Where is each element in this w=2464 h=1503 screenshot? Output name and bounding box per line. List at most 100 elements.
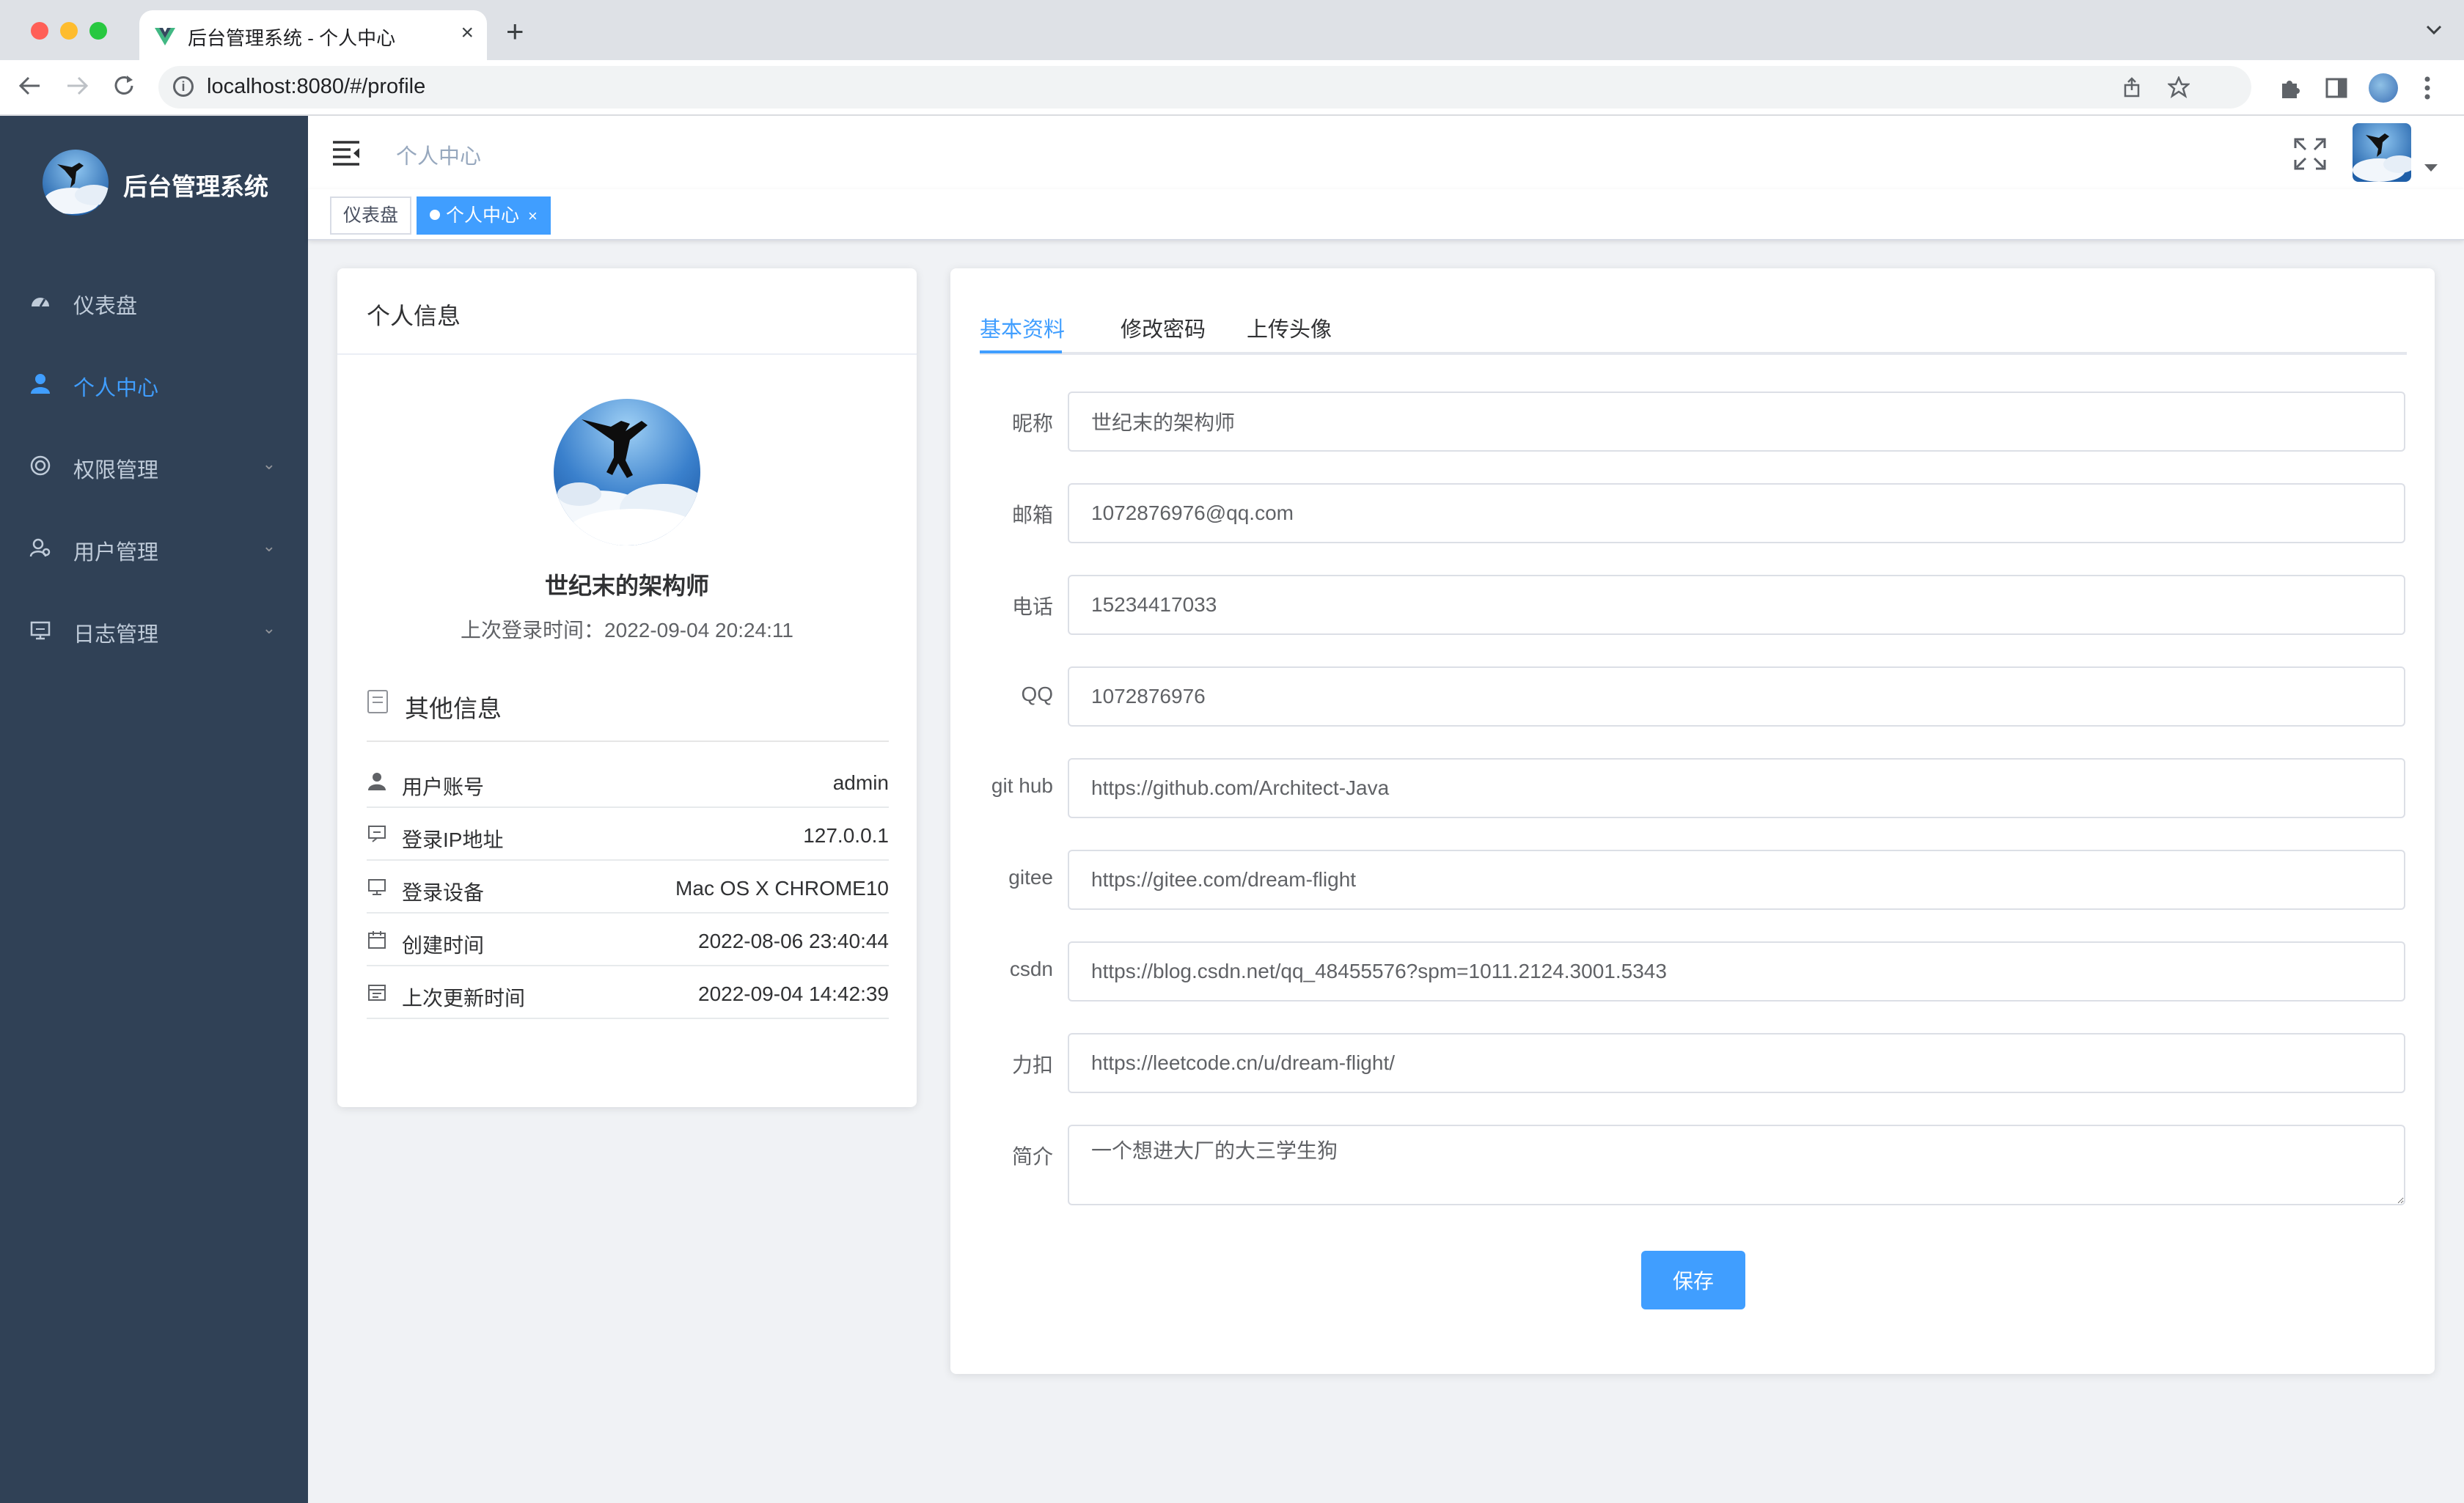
info-row: 创建时间 2022-08-06 23:40:44 — [367, 914, 889, 966]
email-input[interactable] — [1068, 483, 2405, 543]
tab-close-icon[interactable]: × — [461, 21, 474, 45]
chevron-down-icon: ⌄ — [262, 619, 276, 637]
gitee-input[interactable] — [1068, 850, 2405, 910]
field-label: 简介 — [1011, 1145, 1053, 1168]
side-panel-icon[interactable] — [2325, 76, 2348, 100]
user-icon — [31, 374, 50, 394]
browser-menu-icon[interactable] — [2421, 75, 2433, 101]
extensions-puzzle-icon[interactable] — [2278, 76, 2301, 100]
navbar: 个人中心 — [308, 116, 2464, 189]
info-label: 登录设备 — [402, 881, 485, 904]
last-login-value: 2022-09-04 20:24:11 — [604, 619, 793, 642]
main-area: 个人中心 仪表盘 个人中心 × 个人信息 世纪末的架构师 上次登录时间：2022… — [308, 116, 2464, 1503]
sidebar-item-label: 日志管理 — [73, 623, 159, 647]
log-icon — [30, 621, 51, 640]
chevron-down-icon: ⌄ — [262, 455, 276, 473]
phone-input[interactable] — [1068, 575, 2405, 635]
users-icon — [29, 538, 51, 557]
close-icon[interactable]: × — [528, 207, 538, 225]
active-dot-icon — [430, 210, 440, 221]
last-login-text: 上次登录时间：2022-09-04 20:24:11 — [337, 614, 917, 644]
site-info-icon[interactable]: i — [173, 76, 194, 97]
info-row: 登录IP地址 127.0.0.1 — [367, 808, 889, 861]
sidebar-item-label: 权限管理 — [73, 459, 159, 482]
back-arrow-icon[interactable] — [18, 73, 43, 98]
ip-icon — [368, 826, 386, 842]
browser-tab-bar: 后台管理系统 - 个人中心 × + — [0, 0, 2464, 62]
update-icon — [368, 985, 386, 1001]
field-label: 力扣 — [1011, 1054, 1053, 1076]
monitor-icon — [368, 879, 386, 895]
bio-textarea[interactable]: 一个想进大厂的大三学生狗 — [1068, 1125, 2405, 1205]
maximize-window-button[interactable] — [89, 22, 107, 40]
nickname-input[interactable] — [1068, 392, 2405, 452]
bookmark-star-icon[interactable] — [2168, 76, 2190, 98]
info-value: admin — [832, 771, 889, 794]
tag-label: 仪表盘 — [343, 205, 399, 226]
browser-tab[interactable]: 后台管理系统 - 个人中心 × — [139, 10, 487, 62]
field-label: 昵称 — [1011, 412, 1053, 435]
last-login-label: 上次登录时间： — [461, 619, 605, 642]
calendar-icon — [368, 931, 386, 949]
sidebar-item-logs[interactable]: 日志管理 ⌄ — [0, 589, 308, 672]
tag-dashboard[interactable]: 仪表盘 — [330, 196, 412, 235]
github-input[interactable] — [1068, 758, 2405, 818]
logo-avatar — [43, 150, 109, 216]
vue-logo-icon — [155, 28, 175, 45]
tag-label: 个人中心 — [446, 205, 520, 226]
leetcode-input[interactable] — [1068, 1033, 2405, 1093]
info-row: 用户账号 admin — [367, 755, 889, 808]
tab-basic-info[interactable]: 基本资料 — [980, 312, 1065, 343]
field-label: csdn — [1009, 958, 1053, 980]
info-value: 2022-08-06 23:40:44 — [698, 930, 889, 952]
user-avatar-button[interactable] — [2353, 123, 2411, 182]
tab-change-password[interactable]: 修改密码 — [1121, 312, 1206, 343]
field-label: gitee — [1008, 866, 1053, 889]
hamburger-menu-icon[interactable] — [331, 138, 361, 167]
chevron-down-icon: ⌄ — [262, 537, 276, 555]
csdn-input[interactable] — [1068, 941, 2405, 1002]
tab-search-chevron-icon[interactable] — [2424, 21, 2443, 40]
app-title: 后台管理系统 — [123, 173, 268, 200]
qq-input[interactable] — [1068, 666, 2405, 727]
sidebar-item-label: 仪表盘 — [73, 295, 138, 318]
tab-upload-avatar[interactable]: 上传头像 — [1247, 312, 1332, 343]
profile-form-card: 基本资料 修改密码 上传头像 昵称 邮箱 电话 QQ git hub gitee — [950, 268, 2435, 1374]
caret-down-icon[interactable] — [2424, 164, 2438, 172]
info-row: 上次更新时间 2022-09-04 14:42:39 — [367, 966, 889, 1019]
close-window-button[interactable] — [31, 22, 48, 40]
person-icon — [368, 773, 386, 790]
tag-profile[interactable]: 个人中心 × — [417, 196, 551, 235]
minimize-window-button[interactable] — [60, 22, 78, 40]
new-tab-button[interactable]: + — [506, 16, 524, 47]
info-value: 2022-09-04 14:42:39 — [698, 982, 889, 1005]
active-tab-indicator — [980, 350, 1062, 353]
sidebar: 后台管理系统 仪表盘 个人中心 权限管理 ⌄ 用户管理 ⌄ 日志管理 ⌄ — [0, 116, 308, 1503]
share-icon[interactable] — [2121, 76, 2143, 98]
sidebar-item-users[interactable]: 用户管理 ⌄ — [0, 507, 308, 589]
field-label: 邮箱 — [1011, 504, 1053, 526]
url-text[interactable]: localhost:8080/#/profile — [207, 75, 425, 99]
address-bar[interactable]: i localhost:8080/#/profile — [158, 66, 2251, 109]
sidebar-item-label: 用户管理 — [73, 541, 159, 565]
profile-avatar-icon[interactable] — [2369, 73, 2398, 103]
document-icon — [367, 690, 388, 713]
sidebar-item-permission[interactable]: 权限管理 ⌄ — [0, 425, 308, 507]
reload-icon[interactable] — [111, 73, 136, 98]
profile-avatar[interactable] — [554, 399, 700, 545]
info-value: 127.0.0.1 — [803, 824, 889, 847]
profile-card: 个人信息 世纪末的架构师 上次登录时间：2022-09-04 20:24:11 — [337, 268, 917, 1107]
info-value: Mac OS X CHROME10 — [675, 877, 889, 900]
form-tabs: 基本资料 修改密码 上传头像 — [980, 268, 2407, 355]
permission-icon — [30, 455, 51, 476]
info-row: 登录设备 Mac OS X CHROME10 — [367, 861, 889, 914]
sidebar-item-label: 个人中心 — [73, 377, 159, 400]
field-label: git hub — [991, 774, 1053, 797]
forward-arrow-icon[interactable] — [65, 73, 89, 98]
info-label: 登录IP地址 — [402, 828, 504, 851]
dashboard-icon — [32, 298, 49, 307]
sidebar-item-profile[interactable]: 个人中心 — [0, 343, 308, 425]
sidebar-item-dashboard[interactable]: 仪表盘 — [0, 261, 308, 343]
fullscreen-icon[interactable] — [2292, 136, 2328, 172]
save-button[interactable]: 保存 — [1641, 1251, 1745, 1309]
